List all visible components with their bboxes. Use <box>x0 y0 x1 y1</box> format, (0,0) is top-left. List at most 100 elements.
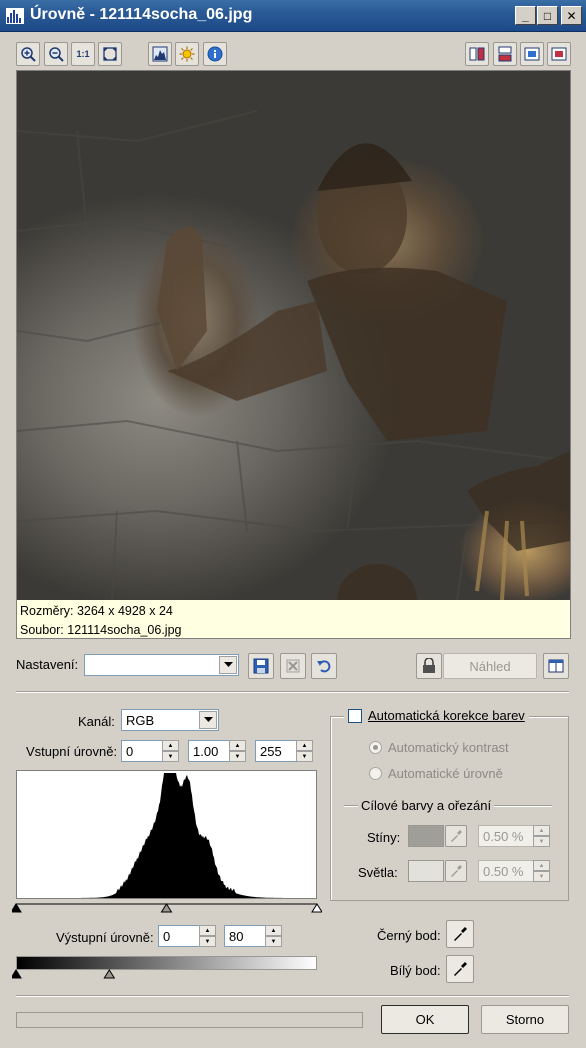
layout-icon <box>548 659 564 673</box>
spin-down-icon[interactable]: ▼ <box>296 751 313 762</box>
auto-levels-radio[interactable]: Automatické úrovně <box>369 766 503 781</box>
input-black-value[interactable]: 0 <box>121 740 162 762</box>
spin-up-icon[interactable]: ▲ <box>533 825 550 836</box>
channel-label: Kanál: <box>78 714 115 729</box>
slider-handle[interactable] <box>311 903 322 913</box>
close-button[interactable]: ✕ <box>561 6 582 25</box>
spin-up-icon[interactable]: ▲ <box>296 740 313 751</box>
checkbox-box[interactable] <box>348 708 362 723</box>
preview-photo[interactable] <box>17 71 570 600</box>
output-levels-label: Výstupní úrovně: <box>56 930 154 945</box>
input-gamma-spinner[interactable]: 1.00 ▲ ▼ <box>188 740 246 762</box>
highlights-color-swatch[interactable] <box>408 860 444 882</box>
spin-up-icon[interactable]: ▲ <box>199 925 216 936</box>
info-icon <box>207 46 223 62</box>
input-white-value[interactable]: 255 <box>255 740 296 762</box>
brightness-button[interactable] <box>175 42 199 66</box>
split-vertical-icon <box>469 47 485 61</box>
cancel-button-label: Storno <box>505 1012 545 1027</box>
eyedropper-icon <box>451 830 462 842</box>
ok-button[interactable]: OK <box>381 1005 469 1034</box>
fit-to-window-button[interactable] <box>98 42 122 66</box>
spin-down-icon[interactable]: ▼ <box>162 751 179 762</box>
image-file-name: Soubor: 121114socha_06.jpg <box>20 623 182 637</box>
shadows-clip-spinner[interactable]: 0.50 % ▲ ▼ <box>478 825 550 847</box>
input-black-spinner[interactable]: 0 ▲ ▼ <box>121 740 179 762</box>
slider-handle[interactable] <box>12 969 22 979</box>
info-button[interactable] <box>203 42 227 66</box>
lock-icon <box>423 658 435 673</box>
spin-up-icon[interactable]: ▲ <box>265 925 282 936</box>
layout-toggle-button[interactable] <box>543 653 569 679</box>
single-view-button[interactable] <box>520 42 544 66</box>
output-black-spinner[interactable]: 0 ▲ ▼ <box>158 925 216 947</box>
channel-select[interactable]: RGB <box>121 709 219 731</box>
highlights-picker-button[interactable] <box>445 860 467 882</box>
black-point-picker-button[interactable] <box>446 920 474 948</box>
spin-down-icon[interactable]: ▼ <box>229 751 246 762</box>
channel-dropdown-arrow[interactable] <box>199 711 217 729</box>
reset-button[interactable] <box>311 653 337 679</box>
separator <box>16 691 569 693</box>
delete-preset-button[interactable] <box>280 653 306 679</box>
actual-size-button[interactable]: 1:1 <box>71 42 95 66</box>
shadows-picker-button[interactable] <box>445 825 467 847</box>
chevron-down-icon <box>203 717 213 722</box>
auto-contrast-radio[interactable]: Automatický kontrast <box>369 740 509 755</box>
maximize-button[interactable]: □ <box>537 6 558 25</box>
spin-down-icon[interactable]: ▼ <box>265 936 282 947</box>
output-black-value[interactable]: 0 <box>158 925 199 947</box>
ok-button-label: OK <box>415 1012 435 1027</box>
slider-handle[interactable] <box>103 969 116 979</box>
minimize-button[interactable]: _ <box>515 6 536 25</box>
zoom-out-button[interactable] <box>44 42 68 66</box>
spin-up-icon[interactable]: ▲ <box>162 740 179 751</box>
image-preview[interactable]: Rozměry: 3264 x 4928 x 24 Soubor: 121114… <box>16 70 571 639</box>
shadows-color-swatch[interactable] <box>408 825 444 847</box>
title-bar[interactable]: Úrovně - 121114socha_06.jpg _ □ ✕ <box>0 0 586 32</box>
histogram-graph <box>17 773 316 898</box>
target-colors-label: Cílové barvy a ořezání <box>358 798 495 813</box>
preview-button-label: Náhled <box>469 658 511 674</box>
spin-down-icon[interactable]: ▼ <box>533 871 550 882</box>
footer-separator <box>16 995 569 997</box>
chevron-down-icon <box>223 662 233 667</box>
preview-button[interactable]: Náhled <box>443 653 537 679</box>
output-white-value[interactable]: 80 <box>224 925 265 947</box>
slider-handle[interactable] <box>12 903 22 913</box>
spin-up-icon[interactable]: ▲ <box>533 860 550 871</box>
channel-value: RGB <box>126 712 155 728</box>
auto-correction-checkbox[interactable]: Automatická korekce barev <box>344 708 529 723</box>
cancel-button[interactable]: Storno <box>481 1005 569 1034</box>
actual-size-icon: 1:1 <box>76 49 90 59</box>
spin-down-icon[interactable]: ▼ <box>533 836 550 847</box>
radio-button[interactable] <box>369 767 382 780</box>
dropdown-arrow-button[interactable] <box>219 656 237 674</box>
output-white-spinner[interactable]: 80 ▲ ▼ <box>224 925 282 947</box>
split-horizontal-button[interactable] <box>493 42 517 66</box>
spin-down-icon[interactable]: ▼ <box>199 936 216 947</box>
shadows-clip-value[interactable]: 0.50 % <box>478 825 533 847</box>
histogram-button[interactable] <box>148 42 172 66</box>
slider-handle[interactable] <box>160 903 173 913</box>
original-view-button[interactable] <box>547 42 571 66</box>
output-levels-slider[interactable] <box>12 969 322 981</box>
highlights-clip-spinner[interactable]: 0.50 % ▲ ▼ <box>478 860 550 882</box>
presets-select[interactable] <box>84 654 239 676</box>
radio-button[interactable] <box>369 741 382 754</box>
input-levels-slider[interactable] <box>12 903 322 915</box>
split-vertical-button[interactable] <box>465 42 489 66</box>
input-levels-label: Vstupní úrovně: <box>26 744 118 759</box>
lock-preview-button[interactable] <box>416 653 442 679</box>
white-point-picker-button[interactable] <box>446 955 474 983</box>
output-gradient-bar <box>16 956 317 970</box>
auto-correction-label: Automatická korekce barev <box>368 708 525 723</box>
auto-levels-label: Automatické úrovně <box>388 766 503 781</box>
progress-bar <box>16 1012 363 1028</box>
input-white-spinner[interactable]: 255 ▲ ▼ <box>255 740 313 762</box>
input-gamma-value[interactable]: 1.00 <box>188 740 229 762</box>
highlights-clip-value[interactable]: 0.50 % <box>478 860 533 882</box>
spin-up-icon[interactable]: ▲ <box>229 740 246 751</box>
zoom-in-button[interactable] <box>16 42 40 66</box>
save-preset-button[interactable] <box>248 653 274 679</box>
